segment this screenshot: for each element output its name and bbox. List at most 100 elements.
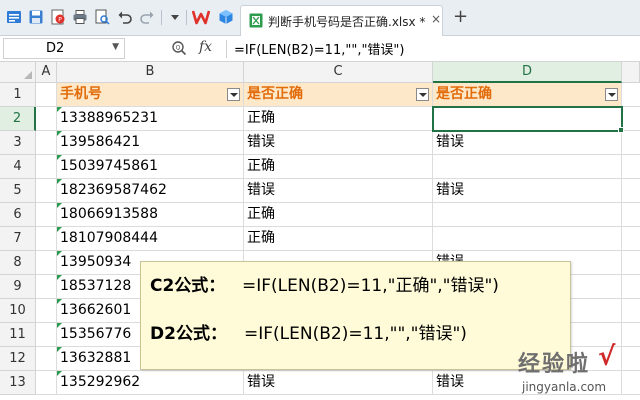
cell-a12[interactable]	[36, 347, 57, 371]
column-header-a[interactable]: A	[36, 62, 57, 83]
close-tab-button[interactable]: ×	[431, 12, 441, 26]
row-header-13[interactable]: 13	[0, 371, 36, 395]
row-header-7[interactable]: 7	[0, 227, 36, 251]
column-header-b[interactable]: B	[57, 62, 244, 83]
filter-dropdown-icon[interactable]	[227, 88, 240, 101]
print-preview-icon[interactable]	[94, 9, 110, 25]
column-header-filler	[622, 62, 640, 83]
app-menu-icon[interactable]	[6, 9, 22, 25]
toolbar-separator	[161, 10, 162, 25]
print-icon[interactable]	[72, 9, 88, 25]
toolbar-separator	[186, 10, 187, 25]
cell-a1[interactable]	[36, 83, 57, 107]
row-header-6[interactable]: 6	[0, 203, 36, 227]
row-header-10[interactable]: 10	[0, 299, 36, 323]
status-d-cell[interactable]	[433, 203, 622, 227]
new-tab-button[interactable]: +	[453, 7, 468, 27]
row-header-2[interactable]: 2	[0, 107, 36, 131]
cell-a4[interactable]	[36, 155, 57, 179]
phone-cell[interactable]: 135292962	[57, 371, 244, 395]
cell-a6[interactable]	[36, 203, 57, 227]
table-header-d[interactable]: 是否正确	[433, 83, 622, 107]
insert-function-button[interactable]: fx	[199, 39, 212, 55]
status-c-cell[interactable]: 正确	[244, 203, 433, 227]
table-header-b[interactable]: 手机号	[57, 83, 244, 107]
status-d-cell[interactable]	[433, 155, 622, 179]
note-d2-formula: =IF(LEN(B2)=11,"","错误")	[244, 324, 467, 344]
row-header-1[interactable]: 1	[0, 83, 36, 107]
formula-note: C2公式： =IF(LEN(B2)=11,"正确","错误") D2公式： =I…	[140, 261, 571, 370]
row-header-4[interactable]: 4	[0, 155, 36, 179]
zoom-magnifier-icon[interactable]: Q	[171, 40, 187, 56]
row-header-11[interactable]: 11	[0, 323, 36, 347]
phone-cell[interactable]: 18066913588	[57, 203, 244, 227]
status-c-cell[interactable]: 正确	[244, 155, 433, 179]
select-all-corner[interactable]	[0, 62, 36, 83]
cloud-cube-icon[interactable]	[218, 9, 234, 25]
cell-e6	[622, 203, 640, 227]
status-c-cell[interactable]: 正确	[244, 227, 433, 251]
note-c2-label: C2公式：	[150, 276, 226, 296]
cell-a11[interactable]	[36, 323, 57, 347]
spreadsheet-file-icon	[249, 13, 263, 28]
table-header-c[interactable]: 是否正确	[244, 83, 433, 107]
cell-e11	[622, 323, 640, 347]
row-header-8[interactable]: 8	[0, 251, 36, 275]
chevron-down-icon[interactable]: ▼	[112, 42, 119, 52]
watermark-check-icon: √	[598, 342, 616, 372]
cell-e13	[622, 371, 640, 395]
export-pdf-icon[interactable]: P	[50, 9, 66, 25]
cell-a8[interactable]	[36, 251, 57, 275]
note-c2-formula: =IF(LEN(B2)=11,"正确","错误")	[242, 276, 499, 296]
svg-text:Q: Q	[176, 45, 181, 52]
redo-icon[interactable]	[139, 9, 155, 25]
document-tab[interactable]: 判断手机号码是否正确.xlsx * ×	[240, 5, 443, 36]
status-c-cell[interactable]: 正确	[244, 107, 433, 131]
tab-title: 判断手机号码是否正确.xlsx *	[268, 15, 426, 29]
undo-icon[interactable]	[117, 9, 133, 25]
phone-cell[interactable]: 139586421	[57, 131, 244, 155]
cell-e4	[622, 155, 640, 179]
cell-e2	[622, 107, 640, 131]
fill-handle[interactable]	[618, 127, 624, 133]
note-d2-label: D2公式：	[150, 324, 227, 344]
status-c-cell[interactable]: 错误	[244, 131, 433, 155]
save-icon[interactable]	[28, 9, 44, 25]
phone-cell[interactable]: 18107908444	[57, 227, 244, 251]
row-header-12[interactable]: 12	[0, 347, 36, 371]
cell-a13[interactable]	[36, 371, 57, 395]
cell-a7[interactable]	[36, 227, 57, 251]
selected-cell-d2	[432, 106, 623, 132]
status-c-cell[interactable]: 错误	[244, 371, 433, 395]
cell-a5[interactable]	[36, 179, 57, 203]
cell-e10	[622, 299, 640, 323]
filter-dropdown-icon[interactable]	[605, 88, 618, 101]
row-header-3[interactable]: 3	[0, 131, 36, 155]
cell-e5	[622, 179, 640, 203]
cell-e9	[622, 275, 640, 299]
column-header-d[interactable]: D	[433, 62, 622, 83]
customize-arrow-icon[interactable]	[167, 9, 183, 25]
phone-cell[interactable]: 15039745861	[57, 155, 244, 179]
status-d-cell[interactable]	[433, 227, 622, 251]
wps-logo-icon[interactable]	[192, 9, 210, 25]
row-header-5[interactable]: 5	[0, 179, 36, 203]
status-d-cell[interactable]: 错误	[433, 131, 622, 155]
cell-a10[interactable]	[36, 299, 57, 323]
cell-a2[interactable]	[36, 107, 57, 131]
column-header-c[interactable]: C	[244, 62, 433, 83]
status-c-cell[interactable]: 错误	[244, 179, 433, 203]
phone-cell[interactable]: 182369587462	[57, 179, 244, 203]
cell-e3	[622, 131, 640, 155]
status-d-cell[interactable]: 错误	[433, 179, 622, 203]
cell-e7	[622, 227, 640, 251]
cell-a3[interactable]	[36, 131, 57, 155]
row-header-9[interactable]: 9	[0, 275, 36, 299]
formula-separator	[226, 40, 227, 58]
cell-a9[interactable]	[36, 275, 57, 299]
name-box[interactable]: D2 ▼	[3, 38, 125, 59]
phone-cell[interactable]: 13388965231	[57, 107, 244, 131]
formula-input[interactable]: =IF(LEN(B2)=11,"","错误")	[234, 39, 404, 58]
cell-e8	[622, 251, 640, 275]
filter-dropdown-icon[interactable]	[416, 88, 429, 101]
